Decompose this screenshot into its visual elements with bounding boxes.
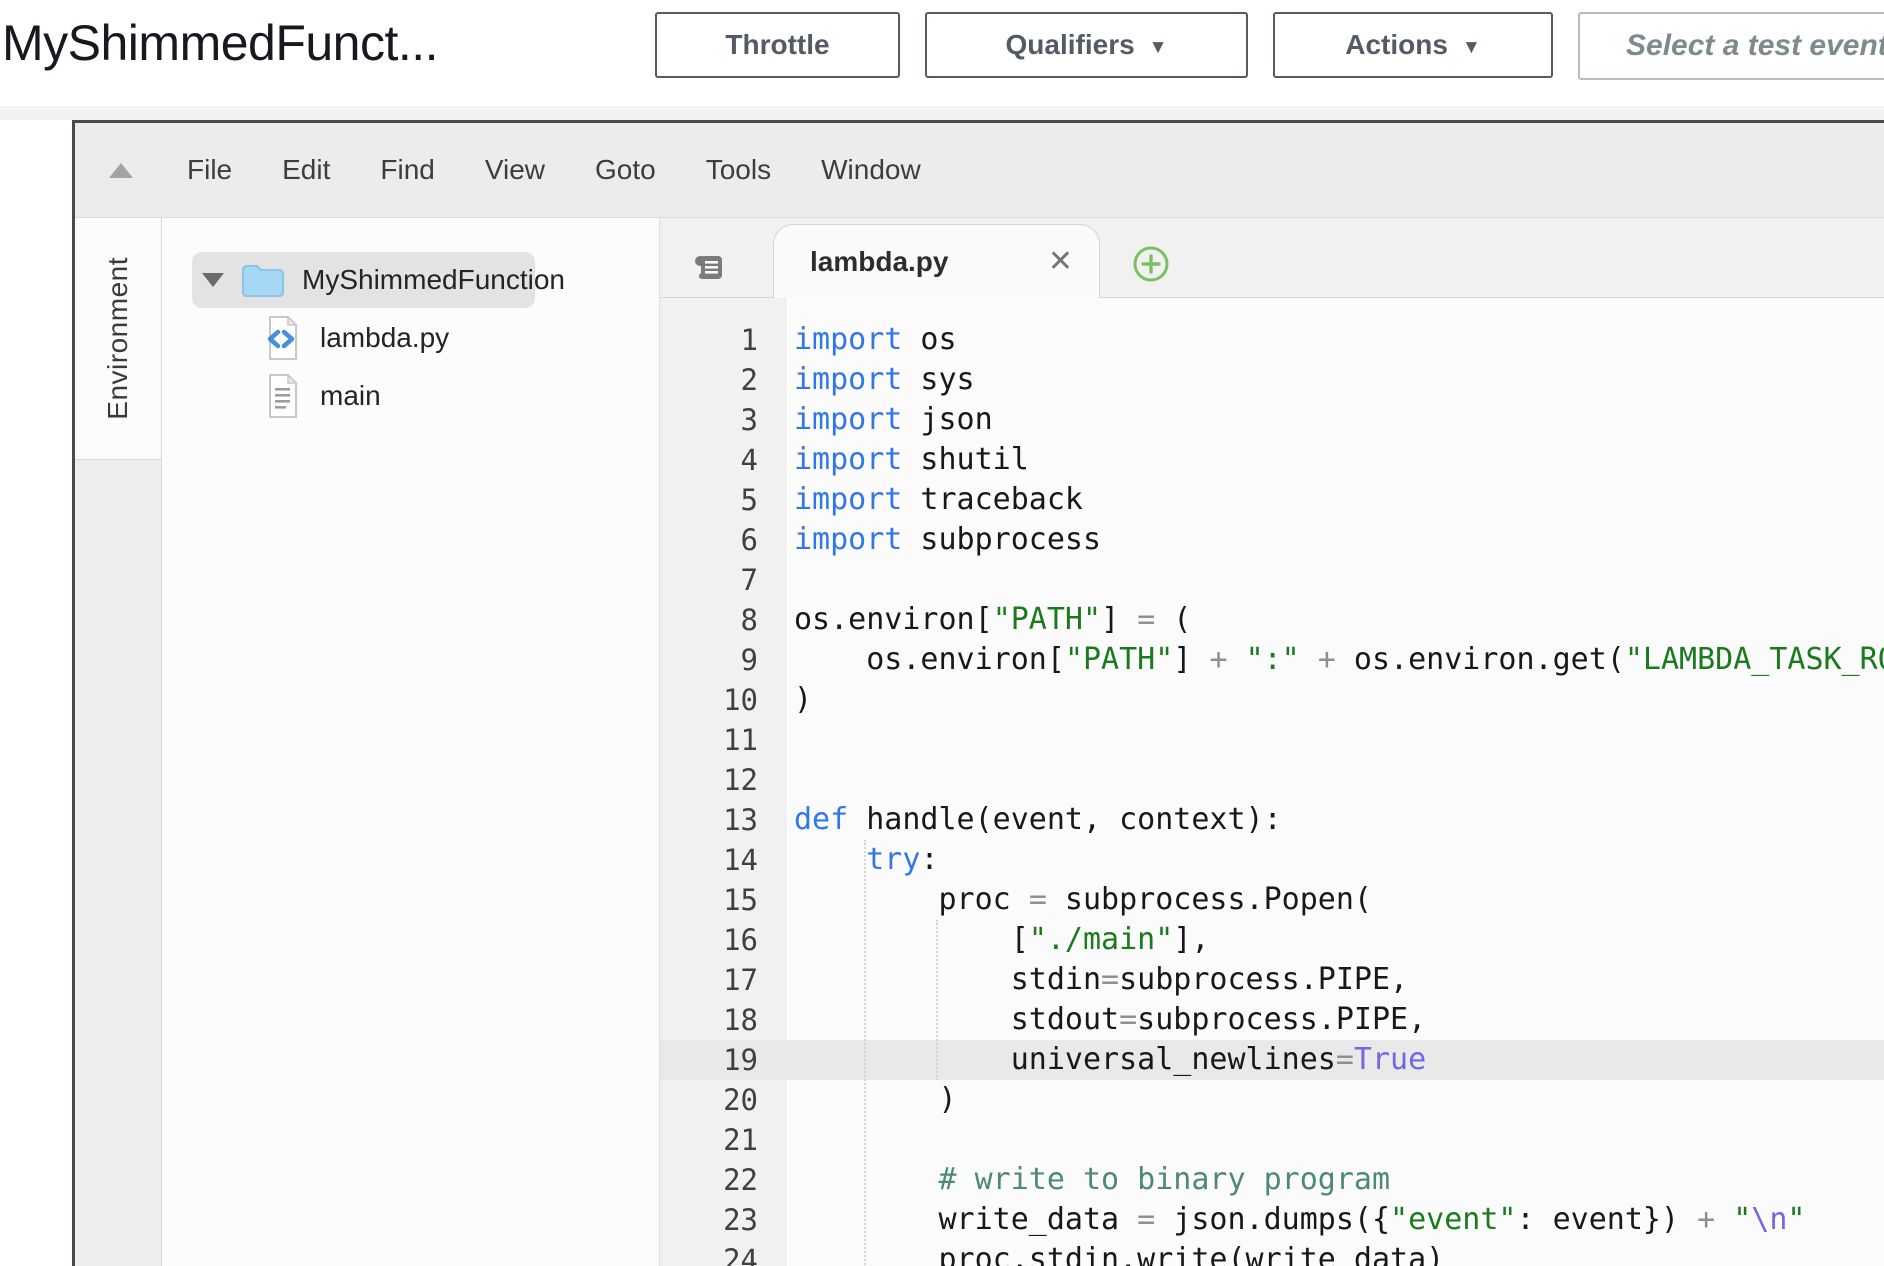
- left-tab-strip: Environment: [75, 218, 162, 1266]
- code-line: ): [794, 680, 1884, 720]
- ide-window: File Edit Find View Goto Tools Window Environm…: [72, 120, 1884, 1266]
- code-line: def handle(event, context):: [794, 800, 1884, 840]
- menu-items: File Edit Find View Goto Tools Window: [187, 154, 921, 186]
- line-number: 9: [660, 640, 758, 680]
- line-number: 10: [660, 680, 758, 720]
- code-line: try:: [794, 840, 1884, 880]
- menu-item-view[interactable]: View: [485, 154, 545, 186]
- code-line: import subprocess: [794, 520, 1884, 560]
- line-number: 19: [660, 1040, 758, 1080]
- folder-expanded-caret-icon[interactable]: [202, 273, 224, 287]
- menu-item-goto[interactable]: Goto: [595, 154, 656, 186]
- line-number: 1: [660, 320, 758, 360]
- line-number: 13: [660, 800, 758, 840]
- line-number: 20: [660, 1080, 758, 1120]
- line-number: 21: [660, 1120, 758, 1160]
- code-line: ["./main"],: [794, 920, 1884, 960]
- screen: MyShimmedFunct... Throttle Qualifiers ▼ …: [0, 0, 1884, 1266]
- tree-item-main[interactable]: main: [262, 368, 381, 424]
- throttle-button[interactable]: Throttle: [655, 12, 900, 78]
- code-line: ): [794, 1080, 1884, 1120]
- code-line: [794, 560, 1884, 600]
- tab-lambda-py[interactable]: lambda.py ✕: [773, 224, 1100, 299]
- code-line: proc = subprocess.Popen(: [794, 880, 1884, 920]
- code-line: import sys: [794, 360, 1884, 400]
- header-divider-band: [0, 109, 1884, 120]
- line-number: 7: [660, 560, 758, 600]
- line-number: 24: [660, 1240, 758, 1266]
- code-line: stdout=subprocess.PIPE,: [794, 1000, 1884, 1040]
- lambda-header: MyShimmedFunct... Throttle Qualifiers ▼ …: [0, 0, 1884, 108]
- code-line: import traceback: [794, 480, 1884, 520]
- code-lines: import osimport sysimport jsonimport shu…: [786, 298, 1884, 1266]
- test-event-placeholder: Select a test event: [1626, 29, 1884, 63]
- line-number: 17: [660, 960, 758, 1000]
- tab-environment[interactable]: Environment: [75, 218, 161, 460]
- tree-item-folder[interactable]: MyShimmedFunction: [202, 252, 565, 308]
- collapse-panel-icon[interactable]: [109, 163, 133, 178]
- test-event-select[interactable]: Select a test event: [1578, 12, 1884, 80]
- code-line: import shutil: [794, 440, 1884, 480]
- code-line: [794, 720, 1884, 760]
- code-line: os.environ["PATH"] + ":" + os.environ.ge…: [794, 640, 1884, 680]
- caret-down-icon: ▼: [1149, 38, 1168, 57]
- line-number: 2: [660, 360, 758, 400]
- caret-down-icon: ▼: [1462, 38, 1481, 57]
- code-line: universal_newlines=True: [794, 1040, 1884, 1080]
- line-number: 23: [660, 1200, 758, 1240]
- line-number: 8: [660, 600, 758, 640]
- line-number: 18: [660, 1000, 758, 1040]
- line-number-gutter: 123456789101112131415161718192021222324: [660, 298, 786, 1266]
- code-file-icon: [262, 314, 302, 362]
- menu-item-window[interactable]: Window: [821, 154, 921, 186]
- line-number: 6: [660, 520, 758, 560]
- line-number: 3: [660, 400, 758, 440]
- line-number: 14: [660, 840, 758, 880]
- code-line: os.environ["PATH"] = (: [794, 600, 1884, 640]
- tab-label: lambda.py: [810, 246, 948, 278]
- editor-pane: lambda.py ✕ 1234567891011121314151617181…: [660, 218, 1884, 1266]
- code-line: import os: [794, 320, 1884, 360]
- tab-list-icon[interactable]: [693, 251, 725, 283]
- menu-item-tools[interactable]: Tools: [706, 154, 771, 186]
- qualifiers-button-label: Qualifiers: [1006, 29, 1135, 61]
- function-title: MyShimmedFunct...: [2, 14, 438, 72]
- line-number: 11: [660, 720, 758, 760]
- file-icon: [262, 372, 302, 420]
- code-line: import json: [794, 400, 1884, 440]
- actions-button-label: Actions: [1345, 29, 1448, 61]
- new-tab-plus-icon[interactable]: [1132, 245, 1170, 283]
- code-line: write_data = json.dumps({"event": event}…: [794, 1200, 1884, 1240]
- line-number: 22: [660, 1160, 758, 1200]
- line-number: 16: [660, 920, 758, 960]
- line-number: 4: [660, 440, 758, 480]
- code-line: [794, 1120, 1884, 1160]
- code-line: # write to binary program: [794, 1160, 1884, 1200]
- tree-item-label: lambda.py: [320, 322, 449, 354]
- tree-item-label: MyShimmedFunction: [302, 264, 565, 296]
- environment-tab-label: Environment: [102, 257, 134, 420]
- file-tree-panel: MyShimmedFunction lambda.py: [162, 218, 660, 1266]
- menu-item-edit[interactable]: Edit: [282, 154, 330, 186]
- line-number: 5: [660, 480, 758, 520]
- code-area[interactable]: 123456789101112131415161718192021222324 …: [660, 298, 1884, 1266]
- tab-close-icon[interactable]: ✕: [1048, 247, 1073, 277]
- code-line: [794, 760, 1884, 800]
- code-line: stdin=subprocess.PIPE,: [794, 960, 1884, 1000]
- code-line: proc.stdin.write(write_data): [794, 1240, 1884, 1266]
- line-number: 15: [660, 880, 758, 920]
- ide-menubar: File Edit Find View Goto Tools Window: [75, 123, 1884, 218]
- tree-item-lambda-py[interactable]: lambda.py: [262, 310, 449, 366]
- tree-item-label: main: [320, 380, 381, 412]
- menu-item-file[interactable]: File: [187, 154, 232, 186]
- qualifiers-button[interactable]: Qualifiers ▼: [925, 12, 1248, 78]
- line-number: 12: [660, 760, 758, 800]
- actions-button[interactable]: Actions ▼: [1273, 12, 1553, 78]
- throttle-button-label: Throttle: [725, 29, 829, 61]
- folder-icon: [240, 262, 284, 298]
- menu-item-find[interactable]: Find: [380, 154, 434, 186]
- editor-tabbar: lambda.py ✕: [660, 218, 1884, 298]
